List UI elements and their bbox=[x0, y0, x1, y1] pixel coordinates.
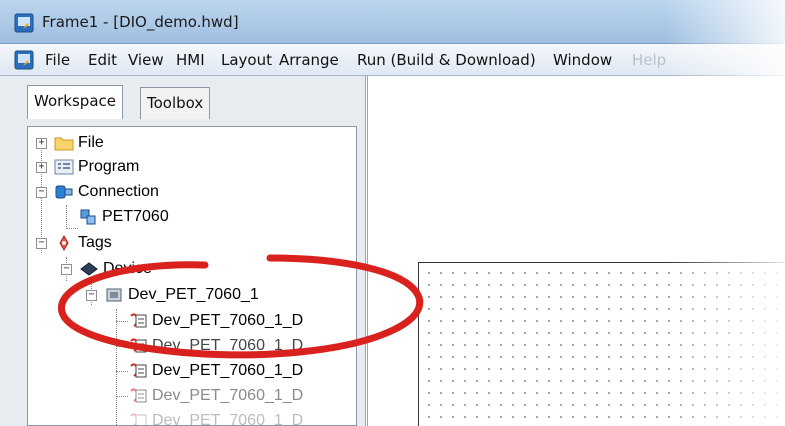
highlight-ellipse bbox=[58, 254, 424, 359]
tab-workspace[interactable]: Workspace bbox=[27, 85, 123, 119]
